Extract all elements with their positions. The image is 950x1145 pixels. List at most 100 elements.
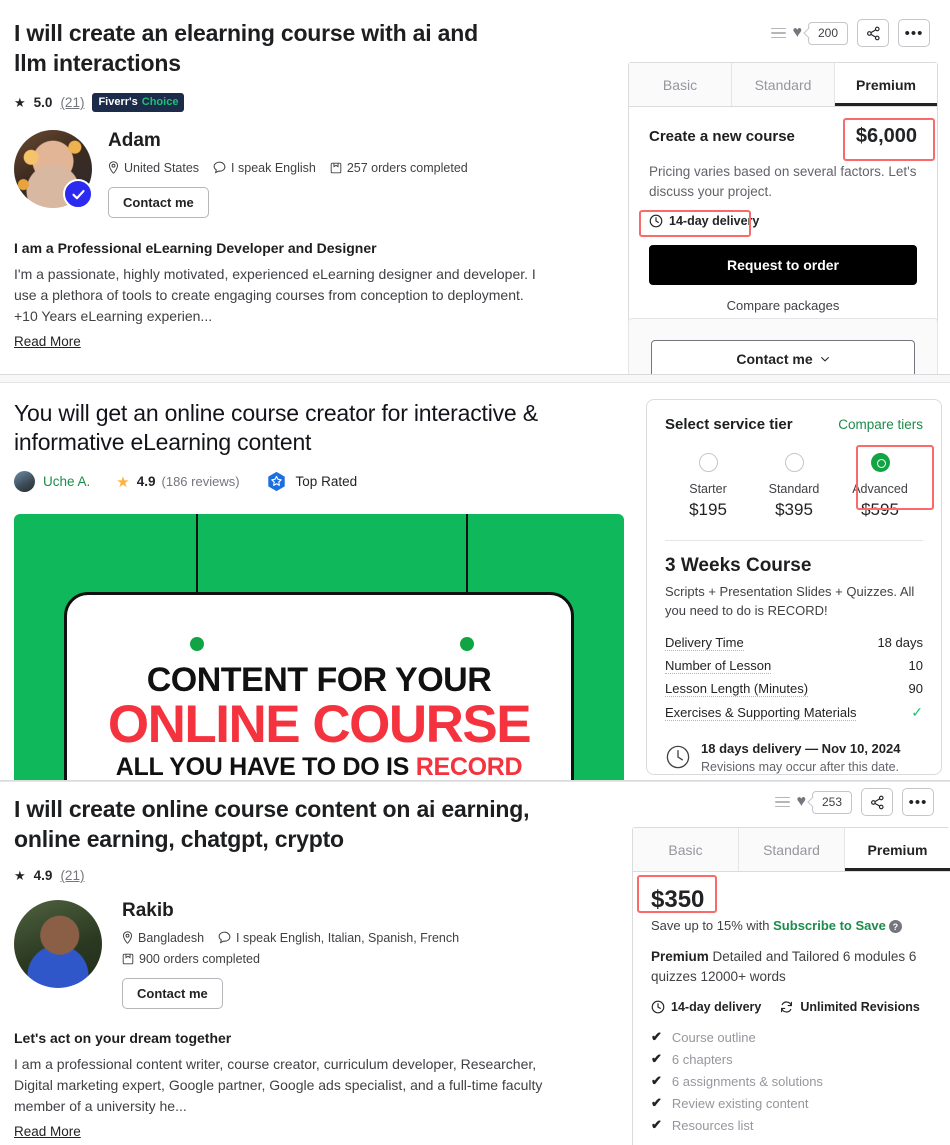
read-more-link[interactable]: Read More (14, 334, 81, 349)
compare-tiers-link[interactable]: Compare tiers (838, 417, 923, 432)
seller-orders-row: 900 orders completed (122, 952, 459, 966)
check-icon: ✔ (651, 1029, 662, 1045)
seller-location: Bangladesh (122, 931, 204, 945)
gig-title[interactable]: You will get an online course creator fo… (14, 399, 599, 457)
package-revisions-text: Unlimited Revisions (800, 1000, 920, 1015)
request-to-order-button[interactable]: Request to order (649, 245, 917, 285)
package-body: Create a new course $6,000 Pricing varie… (629, 107, 937, 329)
package-price: $350 (651, 886, 705, 913)
radio-standard[interactable] (784, 453, 804, 472)
subscribe-to-save-link[interactable]: Subscribe to Save (773, 918, 886, 933)
rating-row: ★ 4.9 (21) (14, 868, 614, 883)
tab-standard[interactable]: Standard (732, 63, 835, 106)
heart-icon[interactable]: ♥ (796, 794, 806, 810)
seller-country-text: Bangladesh (138, 930, 205, 945)
contact-me-dropdown-button[interactable]: Contact me (651, 340, 915, 374)
feature-value: 18 days (877, 635, 923, 650)
reviews-count: (186 reviews) (161, 474, 240, 489)
list-icon[interactable] (775, 796, 791, 808)
share-icon[interactable] (861, 788, 893, 816)
list-item: ✔ 6 assignments & solutions (651, 1070, 932, 1092)
tier-delivery-note: 18 days delivery — Nov 10, 2024 Revision… (647, 725, 941, 774)
description-title: I am a Professional eLearning Developer … (14, 239, 377, 256)
package-body: $350 Save up to 15% with Subscribe to Sa… (633, 872, 950, 1145)
gig-title[interactable]: I will create online course content on a… (14, 794, 534, 854)
tier-option-advanced[interactable]: Advanced $595 (837, 447, 923, 528)
seller-languages: I speak English, Italian, Spanish, Frenc… (218, 931, 459, 945)
more-options-icon[interactable]: ••• (898, 19, 930, 47)
tier-panel-wrap: Select service tier Compare tiers Starte… (646, 399, 942, 775)
tab-basic[interactable]: Basic (629, 63, 732, 106)
tab-basic[interactable]: Basic (633, 828, 739, 871)
description-body: I'm a passionate, highly motivated, expe… (14, 265, 536, 324)
clock-icon (649, 214, 663, 228)
contact-me-button[interactable]: Contact me (122, 977, 223, 1009)
collect-control[interactable]: ♥ 200 (771, 21, 848, 45)
check-icon: ✔ (651, 1095, 662, 1111)
location-pin-icon (108, 161, 119, 175)
more-options-icon[interactable]: ••• (902, 788, 934, 816)
seller-languages-text: I speak English (231, 160, 316, 175)
share-icon[interactable] (857, 19, 889, 47)
read-more-link[interactable]: Read More (14, 1124, 81, 1139)
gig-title[interactable]: I will create an elearning course with a… (14, 18, 514, 78)
seller-languages-text: I speak English, Italian, Spanish, Frenc… (236, 930, 460, 945)
package-delivery-text: 14-day delivery (669, 214, 760, 228)
seller-name[interactable]: Uche A. (43, 474, 90, 489)
contact-me-label: Contact me (736, 351, 813, 367)
save-count: 253 (811, 790, 852, 814)
contact-me-button[interactable]: Contact me (108, 186, 209, 218)
seller-name[interactable]: Rakib (122, 900, 459, 923)
tier-delivery-date: 18 days delivery — Nov 10, 2024 (701, 740, 901, 756)
tier-price-advanced: $595 (861, 499, 899, 519)
avatar[interactable] (14, 130, 93, 210)
list-icon[interactable] (771, 27, 787, 39)
rating-count[interactable]: (21) (60, 95, 84, 110)
heart-icon[interactable]: ♥ (792, 25, 802, 41)
star-icon: ★ (14, 95, 26, 111)
tier-label-starter: Starter (689, 482, 727, 496)
seller-info: Adam United States I speak English 257 o… (108, 130, 468, 218)
tier-options: Starter $195 Standard $395 Advanced $595 (647, 433, 941, 528)
list-item: ✔ 6 chapters (651, 1048, 932, 1070)
contact-panel-box: Contact me (628, 318, 938, 374)
tier-package-title: 3 Weeks Course (665, 554, 812, 576)
tier-option-standard[interactable]: Standard $395 (751, 447, 837, 528)
top-rated-badge-icon (266, 471, 287, 492)
feature-name: Lesson Length (Minutes) (665, 681, 809, 697)
tier-label-advanced: Advanced (852, 482, 908, 496)
rating-value: 4.9 (136, 474, 156, 489)
seller-name[interactable]: Adam (108, 130, 468, 153)
seller-meta-row: Bangladesh I speak English, Italian, Spa… (122, 931, 459, 945)
avatar-image (14, 900, 102, 988)
rating-count[interactable]: (21) (60, 868, 84, 883)
radio-starter[interactable] (698, 453, 718, 472)
package-tabs: Basic Standard Premium (633, 828, 950, 872)
image-headline-3-b: RECORD (415, 753, 523, 781)
tab-premium[interactable]: Premium (835, 63, 937, 106)
collect-control[interactable]: ♥ 253 (775, 790, 852, 814)
avatar[interactable] (14, 900, 102, 988)
tier-revisions-note: Revisions may occur after this date. (701, 759, 899, 774)
package-note: Pricing varies based on several factors.… (649, 164, 917, 199)
gig-card-2: You will get an online course creator fo… (0, 382, 950, 781)
help-icon[interactable]: ? (888, 920, 902, 934)
table-row: Exercises & Supporting Materials ✓ (665, 701, 923, 725)
speech-bubble-icon (218, 931, 231, 944)
table-row: Number of Lesson 10 (665, 655, 923, 678)
avatar[interactable] (14, 471, 35, 492)
seller-country-text: United States (124, 160, 200, 175)
feature-value: 90 (908, 681, 923, 696)
radio-advanced[interactable] (870, 453, 890, 472)
gig-description: Let's act on your dream together I am a … (14, 1030, 614, 1141)
package-name: Create a new course (649, 128, 795, 145)
star-icon: ★ (14, 868, 26, 883)
tab-standard[interactable]: Standard (739, 828, 845, 871)
package-delivery: 14-day delivery (651, 1000, 761, 1014)
tab-premium[interactable]: Premium (845, 828, 950, 871)
package-card: Basic Standard Premium Create a new cour… (628, 62, 938, 330)
tier-option-starter[interactable]: Starter $195 (665, 447, 751, 528)
top-rated-label: Top Rated (295, 474, 358, 489)
compare-packages-link[interactable]: Compare packages (649, 298, 917, 313)
gig-gallery-image[interactable]: CONTENT FOR YOUR ONLINE COURSE ALL YOU H… (14, 514, 624, 781)
